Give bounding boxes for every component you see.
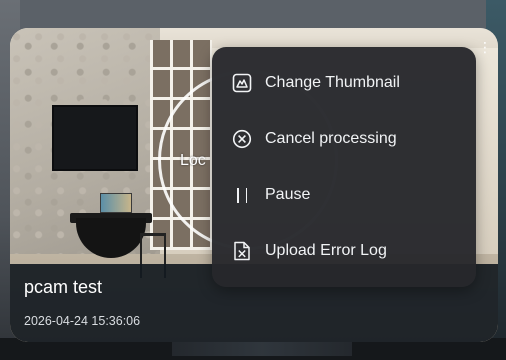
menu-item-upload-error-log[interactable]: Upload Error Log [212,229,476,273]
menu-item-label: Pause [265,186,311,203]
more-icon[interactable]: ⋮ [478,40,492,62]
image-icon [232,73,252,93]
tv [52,105,138,171]
menu-item-label: Change Thumbnail [265,74,400,91]
menu-item-change-thumbnail[interactable]: Change Thumbnail [212,61,476,105]
file-error-icon [232,241,252,261]
menu-item-cancel-processing[interactable]: Cancel processing [212,117,476,161]
background-strip [172,342,352,356]
menu-item-label: Upload Error Log [265,242,387,259]
menu-item-label: Cancel processing [265,130,397,147]
card-date: 2026-04-24 15:36:06 [24,314,141,328]
overlay-text: Loc [180,152,206,169]
menu-item-pause[interactable]: Pause [212,173,476,217]
card-title: pcam test [24,277,103,297]
context-menu: Change Thumbnail Cancel processing Pause… [212,47,476,287]
pause-icon [232,185,252,205]
cancel-circle-icon [232,129,252,149]
wall-art [100,193,132,213]
